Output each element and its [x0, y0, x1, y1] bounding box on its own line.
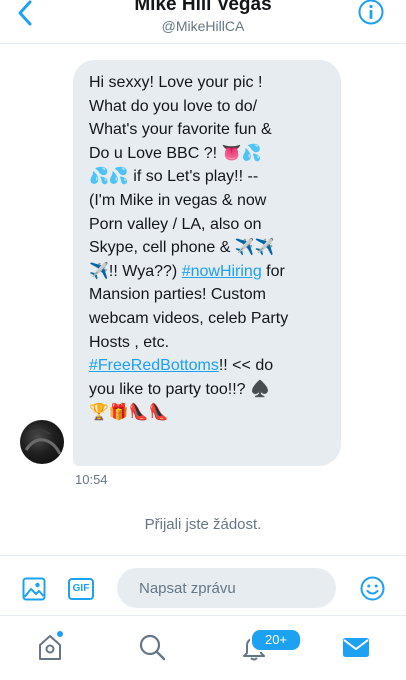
hashtag-link[interactable]: #nowHiring: [182, 263, 262, 280]
image-icon: [22, 577, 46, 601]
message-composer: GIF: [0, 555, 406, 615]
gif-button[interactable]: GIF: [68, 578, 94, 600]
emoji-icon: [360, 576, 385, 601]
received-message-bubble[interactable]: Hi sexxy! Love your pic ! What do you lo…: [73, 60, 341, 466]
conversation-header: Mike Hill Vegas @MikeHillCA: [0, 0, 406, 44]
emoji-button[interactable]: [360, 576, 385, 601]
tab-search[interactable]: [137, 632, 167, 662]
conversation-handle: @MikeHillCA: [161, 18, 245, 34]
hashtag-link[interactable]: #FreeRedBottoms: [89, 357, 219, 374]
add-image-button[interactable]: [22, 577, 46, 601]
notification-count-badge: 20+: [250, 628, 302, 652]
info-icon: [358, 0, 384, 25]
envelope-icon: [343, 638, 369, 657]
message-timestamp: 10:54: [75, 472, 108, 487]
message-input[interactable]: [117, 568, 336, 608]
message-text: Hi sexxy! Love your pic ! What do you lo…: [89, 74, 275, 280]
request-accepted-note: Přijali jste žádost.: [144, 516, 262, 533]
search-icon: [139, 634, 166, 661]
avatar-image: [24, 429, 62, 455]
conversation-title[interactable]: Mike Hill Vegas: [0, 0, 406, 16]
dm-conversation-screen: Mike Hill Vegas @MikeHillCA Hi sexxy! Lo…: [0, 0, 406, 680]
bottom-tab-bar: 20+: [0, 615, 406, 680]
home-unread-dot: [56, 630, 64, 638]
tab-messages[interactable]: [341, 632, 371, 662]
info-button[interactable]: [357, 0, 385, 28]
sender-avatar[interactable]: [20, 420, 64, 464]
